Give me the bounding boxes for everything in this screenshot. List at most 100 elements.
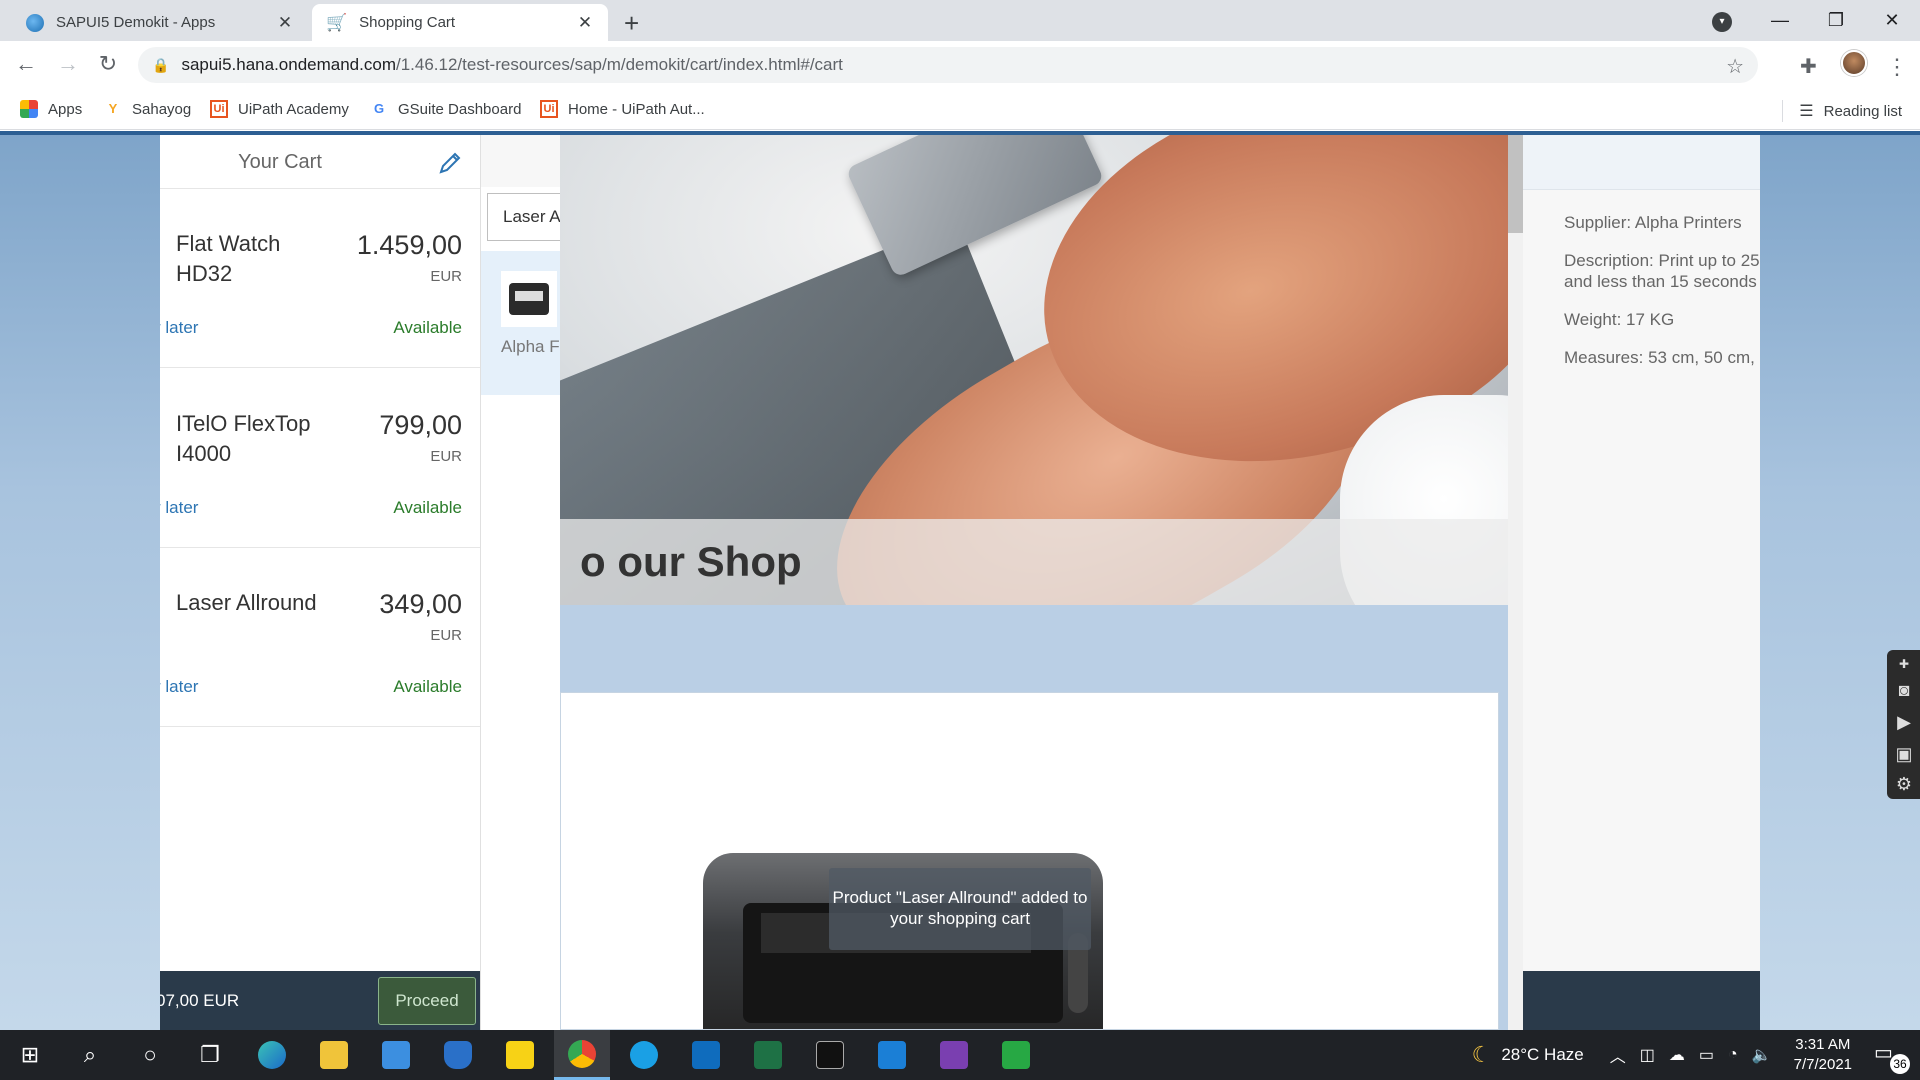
gallery-icon[interactable]: ▣	[1892, 742, 1916, 766]
bookmark-label: Home - UiPath Aut...	[568, 100, 705, 118]
detail-description: Description: Print up to 25 and less than…	[1564, 251, 1760, 291]
details-footer	[1523, 971, 1760, 1030]
uipath-icon: Ui	[540, 100, 558, 118]
new-tab-plus-icon[interactable]: +	[624, 8, 639, 39]
video-icon[interactable]: ▶	[1892, 710, 1916, 734]
save-for-later-link[interactable]: r later	[160, 677, 198, 697]
cart-item-price: 349,00	[379, 589, 462, 619]
search-icon[interactable]: ⌕	[62, 1030, 118, 1080]
skype-icon[interactable]	[616, 1030, 672, 1080]
expand-icon[interactable]: ✚	[1892, 652, 1916, 676]
bookmark-uipath-academy[interactable]: Ui UiPath Academy	[210, 100, 349, 118]
app-green-play-icon[interactable]	[988, 1030, 1044, 1080]
start-windows-icon[interactable]: ⊞	[2, 1030, 58, 1080]
address-bar[interactable]: 🔒 sapui5.hana.ondemand.com/1.46.12/test-…	[138, 47, 1758, 83]
google-g-icon: G	[373, 101, 385, 116]
app-s-icon[interactable]	[864, 1030, 920, 1080]
outlook-icon[interactable]	[678, 1030, 734, 1080]
cart-item-name: Flat Watch HD32	[176, 231, 281, 286]
notification-center-icon[interactable]: ▭ 36	[1874, 1040, 1910, 1074]
tab-search-chevron-icon[interactable]: ▾	[1712, 12, 1732, 32]
sticky-notes-icon[interactable]	[492, 1030, 548, 1080]
clock-time: 3:31 AM	[1795, 1036, 1851, 1053]
mail-icon[interactable]	[368, 1030, 424, 1080]
menu-kebab-icon[interactable]: ⋮	[1886, 54, 1908, 80]
moon-weather-icon: ☾	[1471, 1042, 1492, 1067]
meet-now-icon[interactable]: ◫	[1640, 1045, 1655, 1065]
cart-item[interactable]: Flat Watch HD32 1.459,00 EUR r later Ava…	[160, 189, 480, 368]
cortana-circle-icon[interactable]: ○	[122, 1030, 178, 1080]
bookmark-label: GSuite Dashboard	[398, 100, 522, 118]
file-explorer-icon[interactable]	[306, 1030, 362, 1080]
close-icon[interactable]: ✕	[276, 13, 294, 33]
bookmark-gsuite[interactable]: G GSuite Dashboard	[370, 100, 521, 118]
chevron-up-icon[interactable]: ︿	[1610, 1043, 1626, 1067]
edit-pencil-icon[interactable]	[436, 149, 464, 177]
message-toast: Product "Laser Allround" added to your s…	[829, 868, 1091, 950]
availability-status: Available	[393, 677, 462, 696]
cart-item-price: 1.459,00	[356, 230, 462, 260]
task-view-icon[interactable]: ❐	[182, 1030, 238, 1080]
close-icon[interactable]: ✕	[576, 13, 594, 33]
scrollbar-track[interactable]	[1508, 135, 1523, 1030]
lock-icon: 🔒	[152, 56, 170, 73]
url-host: sapui5.hana.ondemand.com	[181, 55, 396, 74]
cart-panel: Your Cart Flat Watch HD32 1.459,00 EUR r…	[160, 135, 481, 1030]
hero-banner-image: o our Shop	[560, 135, 1508, 605]
cart-item-currency: EUR	[430, 627, 462, 644]
terminal-icon[interactable]	[802, 1030, 858, 1080]
restore-icon[interactable]: ❐	[1808, 10, 1864, 31]
sahayog-icon: Y	[108, 101, 118, 116]
hero-caption: o our Shop	[560, 519, 1508, 605]
cart-item[interactable]: Laser Allround 349,00 EUR r later Availa…	[160, 548, 480, 727]
onedrive-cloud-icon[interactable]: ☁	[1669, 1045, 1685, 1065]
minimize-icon[interactable]: —	[1752, 10, 1808, 31]
reading-list-label: Reading list	[1823, 102, 1902, 120]
bookmark-label: Sahayog	[132, 100, 192, 118]
tab-sapui5-demokit[interactable]: SAPUI5 Demokit - Apps ✕	[12, 4, 308, 41]
clock[interactable]: 3:31 AM 7/7/2021	[1794, 1035, 1852, 1075]
bookmark-sahayog[interactable]: Y Sahayog	[104, 100, 192, 118]
bookmark-uipath-home[interactable]: Ui Home - UiPath Aut...	[540, 100, 705, 118]
profile-avatar[interactable]	[1841, 50, 1867, 76]
cart-title: Your Cart	[238, 151, 322, 173]
volume-icon[interactable]: 🔈	[1752, 1045, 1772, 1065]
camera-icon[interactable]: ◙	[1892, 678, 1916, 702]
chrome-icon[interactable]	[554, 1030, 610, 1080]
save-for-later-link[interactable]: r later	[160, 498, 198, 518]
save-for-later-link[interactable]: r later	[160, 318, 198, 338]
window-controls: — ❐ ✕	[1752, 0, 1920, 41]
reading-list-button[interactable]: ☰ Reading list	[1782, 100, 1902, 122]
forward-arrow-icon[interactable]: →	[54, 51, 82, 77]
cart-header: Your Cart	[160, 135, 480, 189]
cart-item[interactable]: ITelO FlexTop I4000 799,00 EUR r later A…	[160, 369, 480, 548]
bookmarks-bar: Apps Y Sahayog Ui UiPath Academy G GSuit…	[0, 90, 1920, 130]
excel-icon[interactable]	[740, 1030, 796, 1080]
bookmark-star-icon[interactable]: ☆	[1726, 54, 1744, 79]
edge-browser-icon[interactable]	[244, 1030, 300, 1080]
cart-favicon-icon: 🛒	[326, 12, 348, 32]
settings-gear-icon[interactable]: ⚙	[1892, 772, 1916, 796]
reload-icon[interactable]: ↻	[94, 51, 122, 77]
printer-thumbnail	[501, 271, 557, 327]
reading-list-icon: ☰	[1799, 103, 1814, 120]
battery-icon[interactable]: ▭	[1699, 1045, 1714, 1065]
tab-shopping-cart[interactable]: 🛒 Shopping Cart ✕	[312, 4, 608, 41]
bookmark-label: UiPath Academy	[238, 100, 349, 118]
browser-tabstrip: SAPUI5 Demokit - Apps ✕ 🛒 Shopping Cart …	[0, 0, 1920, 41]
close-window-icon[interactable]: ✕	[1864, 10, 1920, 31]
bookmark-apps[interactable]: Apps	[20, 100, 82, 118]
proceed-button[interactable]: Proceed	[378, 977, 476, 1025]
weather-widget[interactable]: ☾ 28°C Haze	[1472, 1042, 1584, 1068]
security-shield-icon[interactable]	[430, 1030, 486, 1080]
availability-status: Available	[393, 318, 462, 337]
scrollbar-thumb[interactable]	[1508, 135, 1523, 233]
url-path: /1.46.12/test-resources/sap/m/demokit/ca…	[395, 55, 843, 74]
browser-toolbar: ← → ↻ 🔒 sapui5.hana.ondemand.com/1.46.12…	[0, 41, 1920, 90]
extensions-puzzle-icon[interactable]: ✚	[1800, 54, 1817, 79]
app-purple-icon[interactable]	[926, 1030, 982, 1080]
availability-status: Available	[393, 498, 462, 517]
wifi-icon[interactable]: ◔	[1728, 1046, 1738, 1064]
product-details-panel: Supplier: Alpha Printers Description: Pr…	[1523, 135, 1760, 1030]
back-arrow-icon[interactable]: ←	[12, 51, 40, 77]
